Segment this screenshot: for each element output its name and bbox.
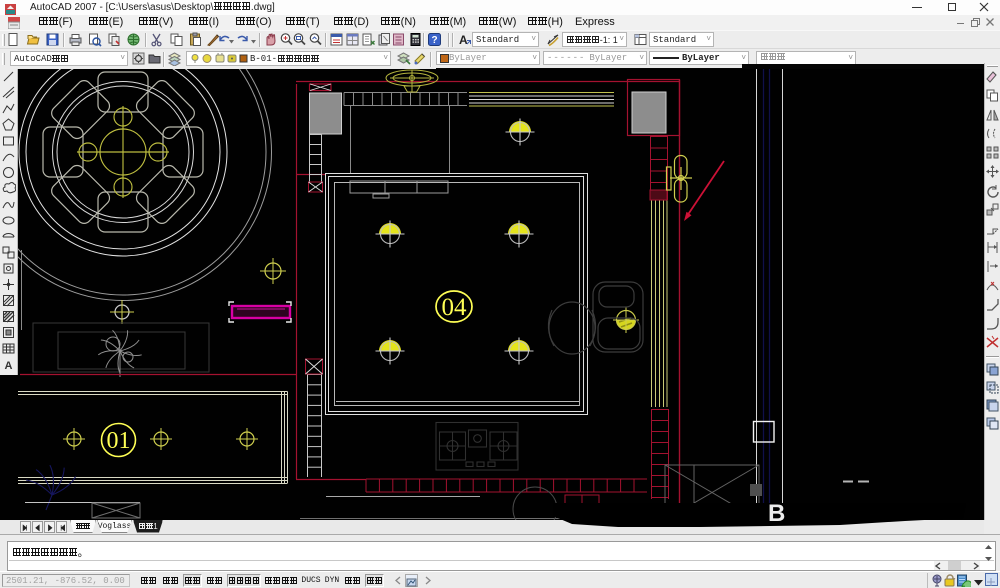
svg-text:B: B — [768, 500, 785, 527]
svg-text:A: A — [5, 360, 13, 372]
svg-text:01: 01 — [107, 428, 131, 454]
svg-text:?: ? — [431, 35, 437, 46]
svg-text:04: 04 — [442, 294, 468, 321]
svg-text:A: A — [459, 33, 468, 47]
